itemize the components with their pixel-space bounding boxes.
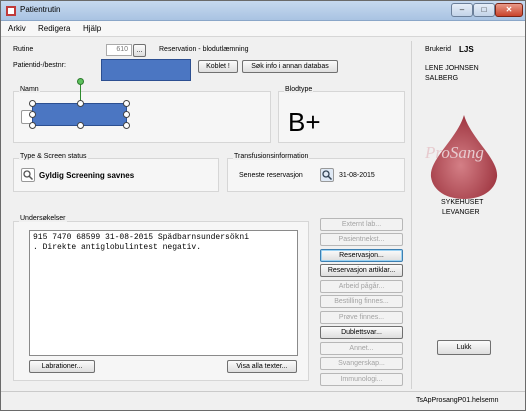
logo-text: ProSang — [425, 143, 484, 162]
user-name-line1: LENE JOHNSEN — [425, 65, 479, 72]
resize-handle-n[interactable] — [77, 100, 84, 107]
koblet-button[interactable]: Koblet ! — [198, 60, 238, 73]
resize-handle-e[interactable] — [123, 111, 130, 118]
search-other-db-button[interactable]: Søk info i annan databas — [242, 60, 338, 73]
undersokelser-textarea[interactable]: 915 7470 68599 31-08-2015 Spädbarnsunder… — [29, 230, 298, 356]
annet-button[interactable]: Annet... — [320, 342, 403, 355]
minimize-button[interactable]: – — [451, 3, 473, 17]
bestilling-finnes-button[interactable]: Bestilling finnes... — [320, 295, 403, 308]
pasientnekst-button[interactable]: Pasientnekst... — [320, 233, 403, 246]
user-name-line2: SALBERG — [425, 75, 459, 82]
lukk-button[interactable]: Lukk — [437, 340, 491, 355]
dublettsvar-button[interactable]: Dublettsvar... — [320, 326, 403, 339]
resize-handle-w[interactable] — [29, 111, 36, 118]
prove-finnes-button[interactable]: Prøve finnes... — [320, 311, 403, 324]
rutine-label: Rutine — [13, 46, 34, 53]
menu-redigera[interactable]: Redigera — [38, 24, 70, 33]
patient-id-label: Patientid-/bestnr: — [13, 62, 66, 69]
rutine-description: Reservation - blodutlæmning — [159, 46, 249, 53]
resize-handle-nw[interactable] — [29, 100, 36, 107]
maximize-button[interactable]: □ — [473, 3, 495, 17]
blodtype-title: Blodtype — [284, 86, 314, 93]
hospital-line1: SYKEHUSET — [441, 199, 484, 206]
status-bar: TsApProsangP01.helsemn — [1, 391, 525, 410]
rutine-field[interactable]: 610 — [106, 44, 132, 56]
main-window: Patientrutin – □ ✕ Arkiv Redigera Hjälp … — [0, 0, 526, 411]
reservasjon-artiklar-button[interactable]: Reservasjon artiklar... — [320, 264, 403, 277]
namn-title: Namn — [19, 86, 40, 93]
screen-status-title: Type & Screen status — [19, 153, 88, 160]
arbeid-pagar-button[interactable]: Arbeid pågår... — [320, 280, 403, 293]
immunologi-button[interactable]: Immunologi... — [320, 373, 403, 386]
title-bar[interactable]: Patientrutin – □ ✕ — [1, 1, 525, 21]
menu-hjalp[interactable]: Hjälp — [83, 24, 101, 33]
app-icon — [6, 6, 16, 16]
close-button[interactable]: ✕ — [495, 3, 523, 17]
transfusion-title: Transfusionsinformation — [233, 153, 310, 160]
resize-handle-se[interactable] — [123, 122, 130, 129]
brukerid-value: LJS — [459, 45, 474, 54]
menu-bar: Arkiv Redigera Hjälp — [1, 21, 525, 37]
externt-lab-button[interactable]: Externt lab... — [320, 218, 403, 231]
menu-arkiv[interactable]: Arkiv — [8, 24, 26, 33]
resize-handle-s[interactable] — [77, 122, 84, 129]
visa-alla-texter-button[interactable]: Visa alla texter... — [227, 360, 297, 373]
resize-handle-sw[interactable] — [29, 122, 36, 129]
lab-button[interactable]: Labrationer... — [29, 360, 95, 373]
search-icon[interactable] — [320, 168, 334, 182]
seneste-label: Seneste reservasjon — [239, 172, 303, 179]
hospital-line2: LEVANGER — [442, 209, 480, 216]
rutine-lookup-button[interactable]: ... — [133, 44, 146, 57]
resize-handle-ne[interactable] — [123, 100, 130, 107]
search-icon[interactable] — [21, 168, 35, 182]
patient-id-field[interactable] — [101, 59, 191, 81]
screen-status-value: Gyldig Screening savnes — [39, 171, 135, 180]
rotation-handle[interactable] — [77, 78, 84, 85]
window-title: Patientrutin — [20, 5, 61, 14]
blodtype-value: B+ — [288, 107, 321, 137]
seneste-date: 31-08-2015 — [339, 172, 375, 179]
reservasjon-button[interactable]: Reservasjon... — [320, 249, 403, 262]
status-text: TsApProsangP01.helsemn — [416, 397, 499, 404]
svangerskap-button[interactable]: Svangerskap... — [320, 357, 403, 370]
brukerid-label: Brukerid — [425, 46, 452, 53]
undersokelser-title: Undersøkelser — [19, 215, 67, 222]
